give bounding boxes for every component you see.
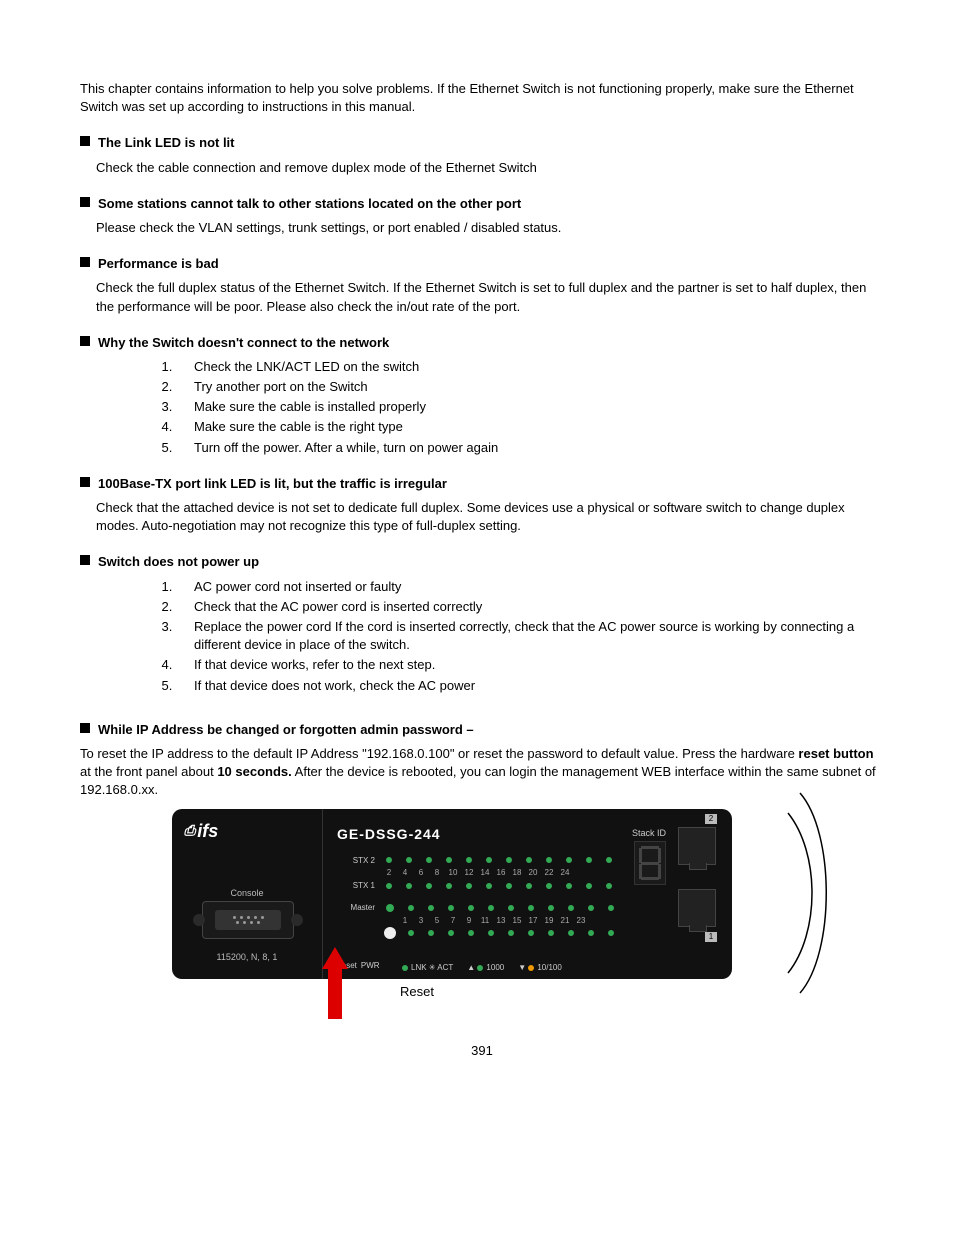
rj45-port-bottom: 1 xyxy=(678,889,716,927)
port-numbers-bottom: 1357911131517192123 xyxy=(397,915,622,926)
row-label-master: Master xyxy=(337,902,375,913)
bullet-icon xyxy=(80,257,90,267)
step: If that device does not work, check the … xyxy=(176,677,884,695)
section-reset: While IP Address be changed or forgotten… xyxy=(80,721,884,739)
page-number: 391 xyxy=(80,1042,884,1060)
section-steps: AC power cord not inserted or faulty Che… xyxy=(140,578,884,695)
intro-paragraph: This chapter contains information to hel… xyxy=(80,80,884,116)
stack-id-label: Stack ID xyxy=(632,827,666,840)
pwr-label: PWR xyxy=(361,960,380,971)
section-title: While IP Address be changed or forgotten… xyxy=(98,721,474,739)
port-badge: 1 xyxy=(705,932,717,942)
reset-paragraph: To reset the IP address to the default I… xyxy=(80,745,884,800)
section-answer: Check the cable connection and remove du… xyxy=(96,159,884,177)
led-legend: LNK ✳ ACT ▲ 1000 ▼ 10/100 xyxy=(402,962,622,973)
step: AC power cord not inserted or faulty xyxy=(176,578,884,596)
section-title: The Link LED is not lit xyxy=(98,134,235,152)
step: Replace the power cord If the cord is in… xyxy=(176,618,884,654)
port-badge: 2 xyxy=(705,814,717,824)
section-title: Some stations cannot talk to other stati… xyxy=(98,195,521,213)
section-title: Switch does not power up xyxy=(98,553,259,571)
step: Check the LNK/ACT LED on the switch xyxy=(176,358,884,376)
section-answer: Check the full duplex status of the Ethe… xyxy=(96,279,884,315)
logo-icon: ⎙ xyxy=(184,822,195,838)
bullet-icon xyxy=(80,555,90,565)
section-title: Performance is bad xyxy=(98,255,219,273)
section-title: Why the Switch doesn't connect to the ne… xyxy=(98,334,389,352)
console-port xyxy=(202,901,294,939)
row-label-stx2: STX 2 xyxy=(337,855,375,866)
bullet-icon xyxy=(80,336,90,346)
section-performance: Performance is bad xyxy=(80,255,884,273)
switch-device: ⎙ifs Console 115200, N, 8, 1 GE-DSSG-244… xyxy=(172,809,732,979)
reset-caption: Reset xyxy=(400,983,884,1001)
step: Make sure the cable is the right type xyxy=(176,418,884,436)
step: Try another port on the Switch xyxy=(176,378,884,396)
model-label: GE-DSSG-244 xyxy=(337,825,441,845)
console-label: Console xyxy=(172,887,322,900)
step: Check that the AC power cord is inserted… xyxy=(176,598,884,616)
section-steps: Check the LNK/ACT LED on the switch Try … xyxy=(140,358,884,457)
step: If that device works, refer to the next … xyxy=(176,656,884,674)
rj45-port-top: 2 xyxy=(678,827,716,865)
reset-arrow-icon xyxy=(322,947,348,1019)
section-no-power: Switch does not power up xyxy=(80,553,884,571)
seven-segment-display xyxy=(634,841,666,885)
section-link-led: The Link LED is not lit xyxy=(80,134,884,152)
section-answer: Please check the VLAN settings, trunk se… xyxy=(96,219,884,237)
port-numbers-top: 24681012141618202224 xyxy=(381,867,622,878)
section-100base: 100Base-TX port link LED is lit, but the… xyxy=(80,475,884,493)
cable-arc-icon xyxy=(780,783,840,1003)
bullet-icon xyxy=(80,136,90,146)
device-figure: ⎙ifs Console 115200, N, 8, 1 GE-DSSG-244… xyxy=(80,809,884,979)
step: Turn off the power. After a while, turn … xyxy=(176,439,884,457)
reset-button-dot xyxy=(384,927,396,939)
section-stations: Some stations cannot talk to other stati… xyxy=(80,195,884,213)
section-title: 100Base-TX port link LED is lit, but the… xyxy=(98,475,447,493)
baud-label: 115200, N, 8, 1 xyxy=(172,951,322,964)
bullet-icon xyxy=(80,477,90,487)
section-answer: Check that the attached device is not se… xyxy=(96,499,884,535)
section-no-connect: Why the Switch doesn't connect to the ne… xyxy=(80,334,884,352)
bullet-icon xyxy=(80,723,90,733)
brand-logo: ⎙ifs xyxy=(184,819,218,844)
row-label-stx1: STX 1 xyxy=(337,880,375,891)
master-led xyxy=(386,904,394,912)
step: Make sure the cable is installed properl… xyxy=(176,398,884,416)
bullet-icon xyxy=(80,197,90,207)
